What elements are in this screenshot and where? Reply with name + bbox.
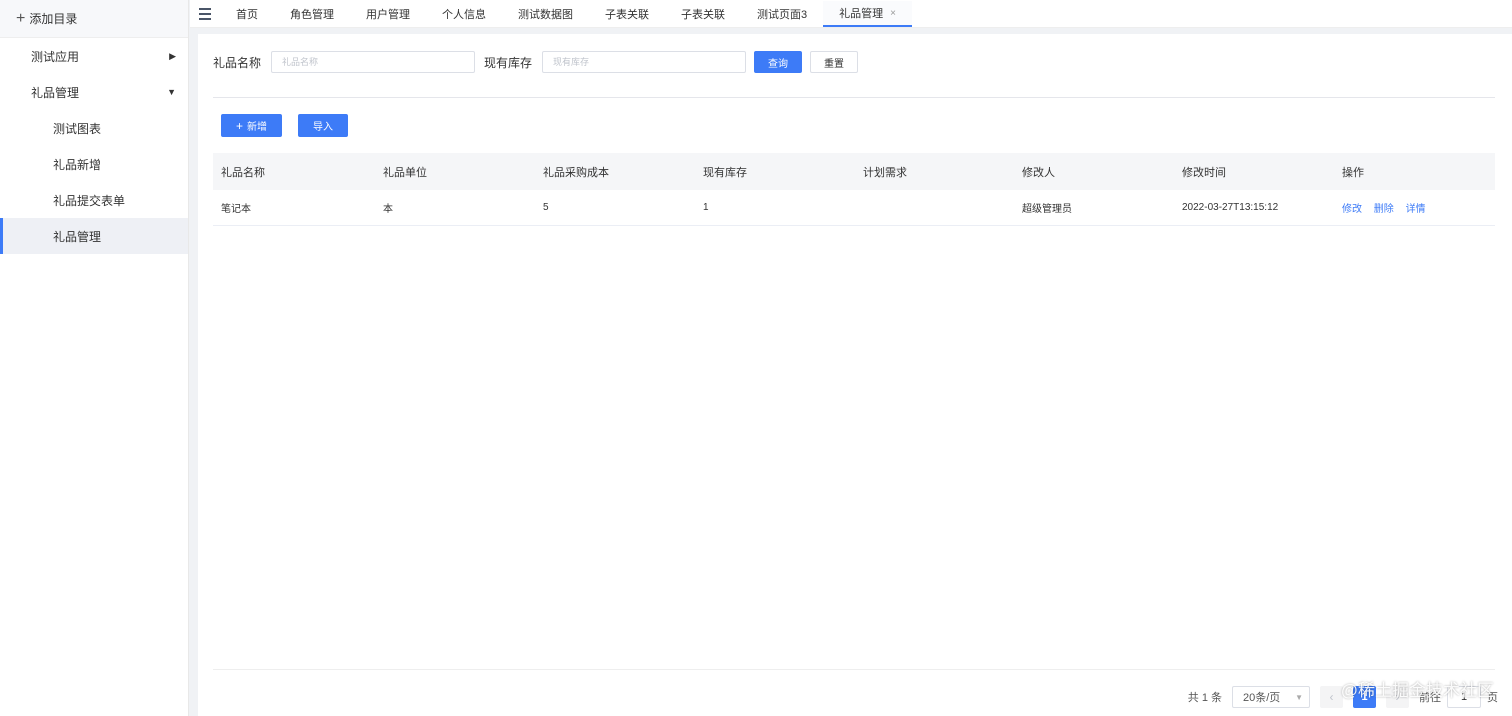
tab-label: 礼品管理 xyxy=(839,8,884,20)
column-header: 修改人 xyxy=(1022,166,1055,179)
add-button[interactable]: + 新增 xyxy=(221,114,283,137)
column-header: 礼品名称 xyxy=(221,166,265,179)
goto-prefix: 前往 xyxy=(1419,692,1441,704)
pagination: 共 1 条 20条/页 ▼ ‹ 1 › 前往 页 xyxy=(1188,686,1498,708)
delete-link[interactable]: 删除 xyxy=(1374,204,1394,215)
add-directory-label: 添加目录 xyxy=(29,12,78,26)
tab-subtable-link-1[interactable]: 子表关联 xyxy=(589,1,665,27)
sidebar-item-label: 测试应用 xyxy=(31,49,80,64)
table-cell-unit: 本 xyxy=(383,204,393,215)
stock-input[interactable] xyxy=(542,51,747,73)
tab-test-data-chart[interactable]: 测试数据图 xyxy=(502,1,589,27)
stock-label: 现有库存 xyxy=(484,55,533,70)
sidebar-subitem-gift-form[interactable]: 礼品提交表单 xyxy=(0,182,188,218)
sidebar-subitem-label: 礼品管理 xyxy=(53,229,102,244)
import-button[interactable]: 导入 xyxy=(298,114,349,137)
search-form: 礼品名称 现有库存 查询 重置 xyxy=(213,51,859,73)
tab-user-management[interactable]: 用户管理 xyxy=(350,1,426,27)
next-page-button[interactable]: › xyxy=(1386,686,1409,708)
table-cell-stock: 1 xyxy=(703,202,709,213)
table-cell-modifier: 超级管理员 xyxy=(1022,204,1072,215)
add-button-label: 新增 xyxy=(247,122,268,133)
sidebar-subitem-test-chart[interactable]: 测试图表 xyxy=(0,110,188,146)
page-size-value: 20条/页 xyxy=(1243,692,1281,704)
gift-table: 礼品名称 礼品单位 礼品采购成本 现有库存 计划需求 修改人 修改时间 操作 笔… xyxy=(213,153,1495,226)
tab-subtable-link-2[interactable]: 子表关联 xyxy=(665,1,741,27)
tab-label: 角色管理 xyxy=(290,9,334,21)
table-cell-ops: 修改 删除 详情 xyxy=(1334,200,1495,215)
sidebar-subitem-label: 礼品新增 xyxy=(53,157,102,172)
column-header: 现有库存 xyxy=(703,166,747,179)
tab-label: 子表关联 xyxy=(681,9,725,21)
sidebar-item-gift-management[interactable]: 礼品管理 ▼ xyxy=(0,74,188,110)
table-header: 礼品名称 礼品单位 礼品采购成本 现有库存 计划需求 修改人 修改时间 操作 xyxy=(213,153,1495,190)
table-cell-time: 2022-03-27T13:15:12 xyxy=(1182,202,1279,213)
column-header: 计划需求 xyxy=(863,166,907,179)
action-bar: + 新增 导入 xyxy=(221,114,349,137)
divider xyxy=(213,97,1495,98)
table-row: 笔记本 本 5 1 超级管理员 2022-03-27T13:15:12 修改 删… xyxy=(213,190,1495,226)
sidebar-item-test-app[interactable]: 测试应用 ▶ xyxy=(0,38,188,74)
tab-label: 子表关联 xyxy=(605,9,649,21)
footer-divider xyxy=(213,669,1495,670)
tab-label: 用户管理 xyxy=(366,9,410,21)
sidebar-subitem-gift-management[interactable]: 礼品管理 xyxy=(0,218,188,254)
table-cell-cost: 5 xyxy=(543,202,549,213)
goto-suffix: 页 xyxy=(1487,692,1498,704)
plus-icon: + xyxy=(236,118,244,133)
edit-link[interactable]: 修改 xyxy=(1342,204,1362,215)
goto-page: 前往 页 xyxy=(1419,686,1498,708)
caret-down-icon: ▼ xyxy=(167,87,176,97)
page-size-select[interactable]: 20条/页 ▼ xyxy=(1232,686,1310,708)
sidebar-subitem-gift-add[interactable]: 礼品新增 xyxy=(0,146,188,182)
tab-test-page-3[interactable]: 测试页面3 xyxy=(741,1,823,27)
main-panel: 礼品名称 现有库存 查询 重置 + 新增 导入 礼品名称 礼品单位 礼品采购成本… xyxy=(198,34,1512,716)
sidebar: + 添加目录 测试应用 ▶ 礼品管理 ▼ 测试图表 礼品新增 礼品提交表单 礼品… xyxy=(0,0,189,716)
tab-label: 首页 xyxy=(236,9,258,21)
plus-icon: + xyxy=(16,9,26,27)
column-header: 礼品采购成本 xyxy=(543,166,609,179)
tab-personal-info[interactable]: 个人信息 xyxy=(426,1,502,27)
add-directory-button[interactable]: + 添加目录 xyxy=(0,0,188,38)
gift-name-input[interactable] xyxy=(271,51,476,73)
tab-bar: 首页 角色管理 用户管理 个人信息 测试数据图 子表关联 子表关联 测试页面3 … xyxy=(190,0,1512,28)
tab-home[interactable]: 首页 xyxy=(220,1,274,27)
sidebar-subitem-label: 礼品提交表单 xyxy=(53,193,126,208)
column-header: 操作 xyxy=(1342,166,1364,179)
query-button[interactable]: 查询 xyxy=(754,51,803,73)
tab-label: 测试页面3 xyxy=(757,9,808,21)
tab-gift-management[interactable]: 礼品管理 × xyxy=(823,1,912,27)
gift-name-label: 礼品名称 xyxy=(213,55,262,70)
column-header: 修改时间 xyxy=(1182,166,1226,179)
tab-role-management[interactable]: 角色管理 xyxy=(274,1,350,27)
goto-page-input[interactable] xyxy=(1447,686,1481,708)
chevron-down-icon: ▼ xyxy=(1295,692,1303,702)
detail-link[interactable]: 详情 xyxy=(1406,204,1426,215)
page-number-current[interactable]: 1 xyxy=(1353,686,1376,708)
table-cell-name: 笔记本 xyxy=(221,204,251,215)
sidebar-subitem-label: 测试图表 xyxy=(53,121,102,136)
reset-button[interactable]: 重置 xyxy=(810,51,859,73)
column-header: 礼品单位 xyxy=(383,166,427,179)
close-icon[interactable]: × xyxy=(890,8,896,19)
tab-label: 个人信息 xyxy=(442,9,486,21)
menu-toggle-icon[interactable] xyxy=(190,1,220,27)
caret-right-icon: ▶ xyxy=(169,50,176,61)
total-count: 共 1 条 xyxy=(1187,692,1222,704)
tab-label: 测试数据图 xyxy=(518,9,573,21)
prev-page-button[interactable]: ‹ xyxy=(1320,686,1343,708)
sidebar-item-label: 礼品管理 xyxy=(31,85,80,100)
